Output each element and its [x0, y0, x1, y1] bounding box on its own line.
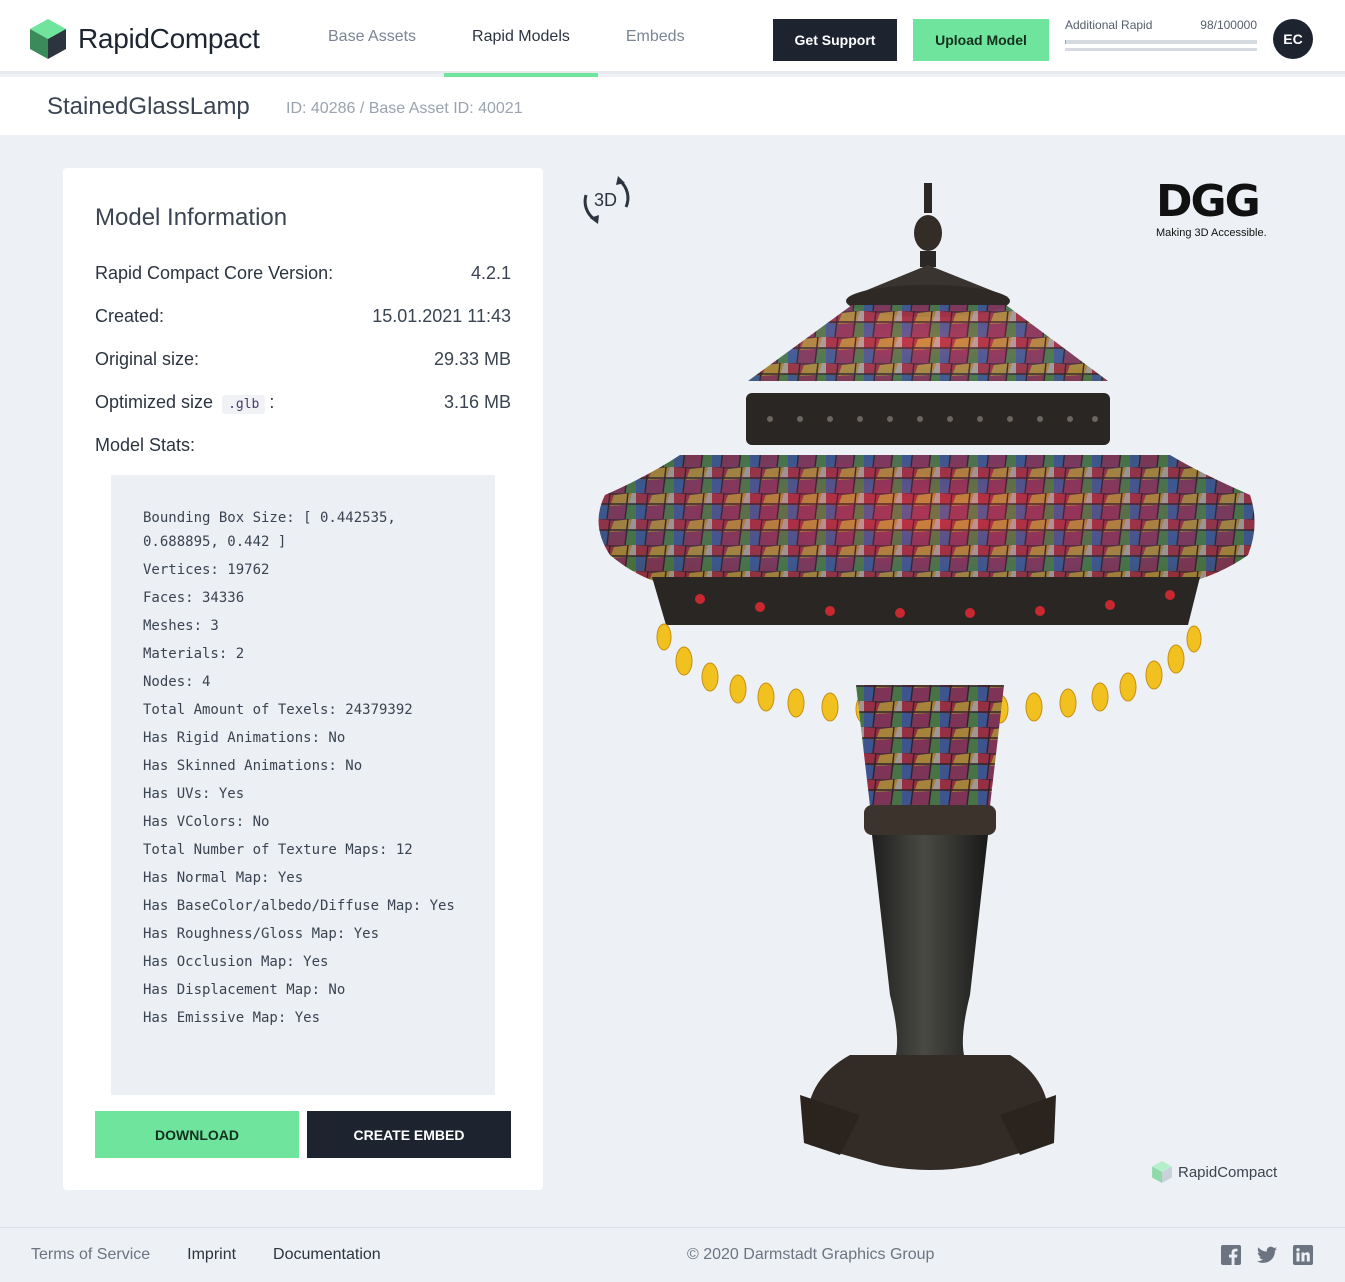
watermark-text: RapidCompact [1178, 1163, 1278, 1181]
model-name: StainedGlassLamp [47, 93, 250, 120]
stat-line: Total Number of Texture Maps: 12 [143, 842, 413, 858]
model-stats-box: Bounding Box Size: [ 0.442535, 0.688895,… [111, 475, 495, 1095]
stat-line: Vertices: 19762 [143, 562, 270, 578]
optimized-size-row: Optimized size .glb: 3.16 MB [95, 392, 511, 414]
nav-base-assets[interactable]: Base Assets [300, 0, 444, 74]
twitter-icon[interactable] [1257, 1245, 1277, 1265]
rapidcompact-watermark: RapidCompact [1152, 1161, 1277, 1183]
model-ids: ID: 40286 / Base Asset ID: 40021 [286, 100, 523, 117]
linkedin-icon[interactable] [1293, 1245, 1313, 1265]
original-size-label: Original size: [95, 349, 200, 369]
core-version-value: 4.2.1 [470, 263, 511, 283]
quota-value: 98/100000 [1200, 18, 1257, 32]
top-navigation-bar: RapidCompact Base Assets Rapid Models Em… [0, 0, 1345, 77]
quota-meter: Additional Rapid 98/100000 [1065, 18, 1257, 51]
stat-line: Has VColors: No [143, 814, 270, 830]
footer: Terms of Service Imprint Documentation ©… [0, 1227, 1345, 1282]
terms-of-service-link[interactable]: Terms of Service [31, 1246, 150, 1264]
stat-line: Bounding Box Size: [ 0.442535, 0.688895,… [143, 510, 396, 550]
stat-line: Nodes: 4 [143, 674, 211, 690]
imprint-link[interactable]: Imprint [187, 1246, 236, 1264]
stat-line: Has Emissive Map: Yes [143, 1010, 321, 1026]
model-stats-label: Model Stats: [95, 435, 196, 455]
copyright: © 2020 Darmstadt Graphics Group [687, 1246, 935, 1263]
user-avatar[interactable]: EC [1273, 19, 1313, 59]
stat-line: Has Normal Map: Yes [143, 870, 304, 886]
get-support-button[interactable]: Get Support [773, 19, 897, 61]
file-extension-chip: .glb [222, 395, 266, 414]
nav-rapid-models[interactable]: Rapid Models [444, 0, 598, 77]
quota-progress-bar [1065, 40, 1257, 44]
rapidcompact-logo-icon [30, 19, 66, 59]
create-embed-button[interactable]: CREATE EMBED [307, 1111, 511, 1158]
rapidcompact-watermark-icon [1152, 1161, 1172, 1183]
core-version-label: Rapid Compact Core Version: [95, 263, 334, 283]
model-information-card: Model Information Rapid Compact Core Ver… [63, 168, 543, 1190]
shade-rim [652, 577, 1200, 625]
stained-glass-lamp-model [598, 183, 1255, 1170]
stat-line: Has Skinned Animations: No [143, 758, 363, 774]
stat-line: Faces: 34336 [143, 590, 245, 606]
original-size-row: Original size: 29.33 MB [95, 349, 511, 370]
social-links [1221, 1245, 1313, 1265]
stat-line: Total Amount of Texels: 24379392 [143, 702, 413, 718]
stat-line: Has Displacement Map: No [143, 982, 346, 998]
stat-line: Has Roughness/Gloss Map: Yes [143, 926, 380, 942]
model-viewer[interactable]: 3D DGG Making 3D Accessible. RapidCompac… [560, 155, 1320, 1205]
quota-progress-bar-secondary [1065, 48, 1257, 51]
logo[interactable]: RapidCompact [30, 19, 260, 59]
optimized-size-colon: : [269, 392, 275, 412]
lamp-stem [872, 835, 988, 1055]
created-row: Created: 15.01.2021 11:43 [95, 306, 511, 327]
stat-line: Has Rigid Animations: No [143, 730, 346, 746]
model-title-bar: StainedGlassLamp ID: 40286 / Base Asset … [0, 77, 1345, 135]
stat-line: Materials: 2 [143, 646, 245, 662]
optimized-size-value: 3.16 MB [443, 392, 511, 412]
finial [924, 183, 932, 213]
created-value: 15.01.2021 11:43 [372, 306, 511, 326]
footer-links: Terms of Service Imprint Documentation [31, 1246, 418, 1264]
nav-embeds[interactable]: Embeds [598, 0, 713, 74]
core-version-row: Rapid Compact Core Version: 4.2.1 [95, 263, 511, 284]
main-nav: Base Assets Rapid Models Embeds [300, 0, 713, 77]
card-title: Model Information [95, 204, 288, 231]
created-label: Created: [95, 306, 165, 326]
optimized-size-label-group: Optimized size .glb: [95, 392, 275, 414]
quota-label: Additional Rapid [1065, 18, 1153, 32]
optimized-size-label: Optimized size [95, 392, 214, 412]
original-size-value: 29.33 MB [433, 349, 511, 369]
upload-model-button[interactable]: Upload Model [913, 19, 1049, 61]
documentation-link[interactable]: Documentation [273, 1246, 381, 1264]
stat-line: Meshes: 3 [143, 618, 219, 634]
facebook-icon[interactable] [1221, 1245, 1241, 1265]
stat-line: Has UVs: Yes [143, 786, 245, 802]
stat-line: Has Occlusion Map: Yes [143, 954, 329, 970]
logo-text: RapidCompact [78, 23, 260, 54]
model-stats-row: Model Stats: [95, 435, 511, 456]
stat-line: Has BaseColor/albedo/Diffuse Map: Yes [143, 898, 455, 914]
download-button[interactable]: DOWNLOAD [95, 1111, 299, 1158]
